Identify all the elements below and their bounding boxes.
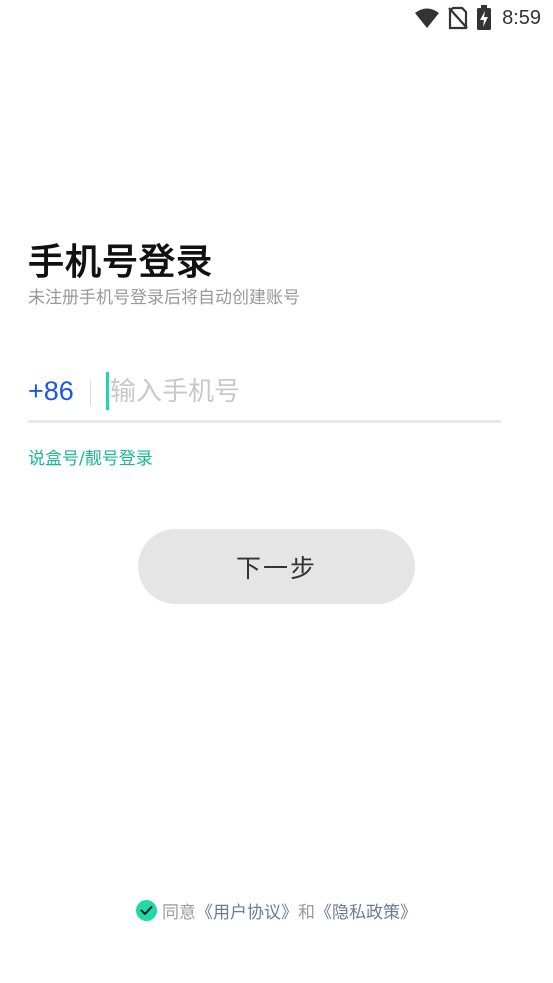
privacy-policy-link[interactable]: 《隐私政策》	[315, 898, 417, 923]
text-cursor	[106, 372, 109, 410]
agreement-row: 同意 《用户协议》 和 《隐私政策》	[0, 898, 553, 923]
country-code[interactable]: +86	[28, 376, 74, 407]
no-sim-icon	[448, 6, 468, 30]
next-step-button[interactable]: 下一步	[138, 529, 415, 604]
battery-charging-icon	[476, 5, 492, 31]
status-time: 8:59	[502, 6, 541, 29]
page-subtitle: 未注册手机号登录后将自动创建账号	[28, 288, 300, 308]
agreement-checkbox[interactable]	[136, 900, 157, 921]
page-title: 手机号登录	[28, 242, 214, 283]
phone-number-input[interactable]	[110, 372, 490, 412]
alt-login-link[interactable]: 说盒号/靓号登录	[28, 444, 153, 469]
status-bar: 8:59	[0, 0, 553, 36]
agreement-prefix: 同意	[162, 903, 196, 923]
wifi-icon	[414, 7, 440, 29]
country-code-divider	[90, 380, 91, 406]
status-icons: 8:59	[414, 5, 541, 31]
login-screen: 8:59 手机号登录 未注册手机号登录后将自动创建账号 +86 说盒号/靓号登录…	[0, 0, 553, 983]
agreement-conjunction: 和	[298, 903, 315, 923]
phone-input-row: +86	[28, 366, 501, 423]
user-agreement-link[interactable]: 《用户协议》	[196, 898, 298, 923]
check-icon	[140, 906, 153, 915]
